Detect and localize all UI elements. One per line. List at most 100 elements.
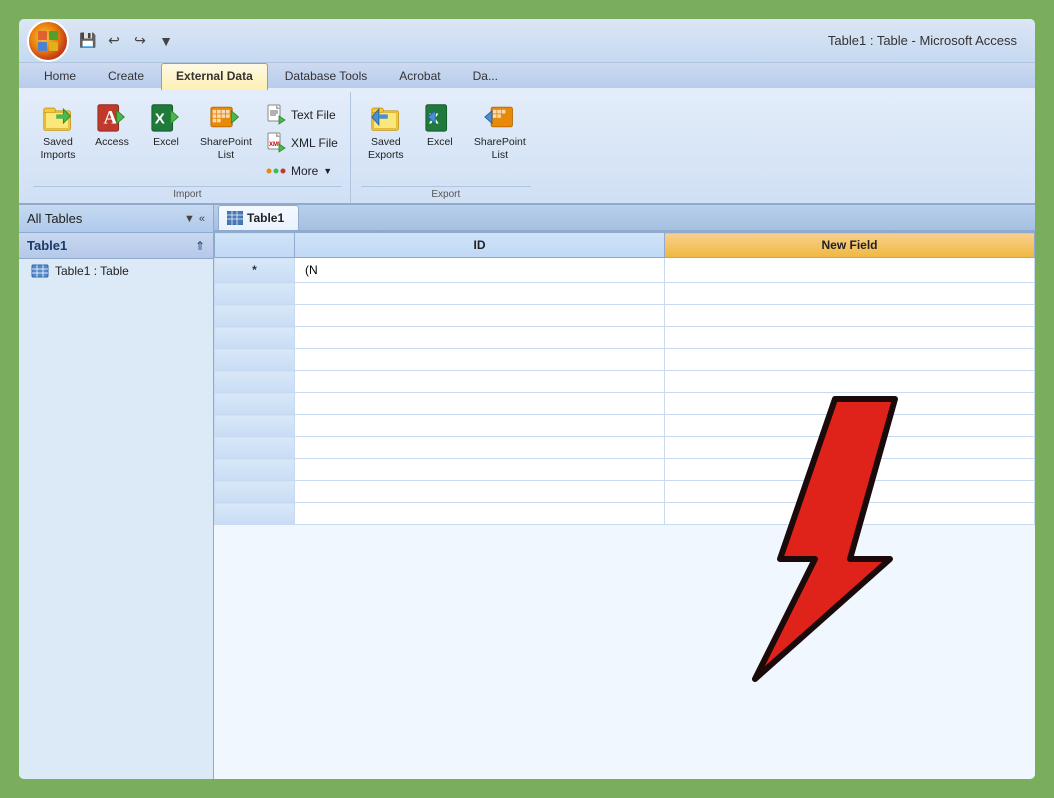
empty-row-2 (215, 305, 1035, 327)
empty-row-header-10 (215, 481, 295, 503)
excel-import-icon: X (150, 101, 182, 133)
table1-tab[interactable]: Table1 (218, 205, 299, 230)
empty-id-9[interactable] (295, 459, 665, 481)
empty-id-11[interactable] (295, 503, 665, 525)
empty-field-1[interactable] (665, 283, 1035, 305)
empty-row-header-9 (215, 459, 295, 481)
empty-id-8[interactable] (295, 437, 665, 459)
empty-field-2[interactable] (665, 305, 1035, 327)
xml-file-icon: XML (265, 132, 287, 154)
ribbon-content: SavedImports A Access (19, 88, 1035, 203)
office-button[interactable] (27, 20, 69, 62)
empty-row-6 (215, 393, 1035, 415)
empty-row-9 (215, 459, 1035, 481)
table-grid: ID New Field * (N (214, 232, 1035, 779)
empty-field-7[interactable] (665, 415, 1035, 437)
empty-id-7[interactable] (295, 415, 665, 437)
table-tab-icon (227, 211, 243, 225)
empty-row-header-8 (215, 437, 295, 459)
row-asterisk: * (215, 258, 295, 283)
customize-qat-button[interactable]: ▼ (155, 30, 177, 52)
new-field-cell[interactable] (665, 258, 1035, 283)
excel-import-button[interactable]: X Excel (141, 98, 191, 152)
saved-imports-label: SavedImports (40, 136, 75, 161)
xml-file-button[interactable]: XML XML File (261, 130, 342, 156)
main-area: All Tables ▼ « Table1 ⇑ (19, 205, 1035, 779)
tab-external-data[interactable]: External Data (161, 63, 268, 90)
empty-id-1[interactable] (295, 283, 665, 305)
empty-id-5[interactable] (295, 371, 665, 393)
sharepoint-import-label: SharePointList (200, 136, 252, 161)
empty-row-header-3 (215, 327, 295, 349)
redo-button[interactable]: ↪ (129, 30, 151, 52)
saved-imports-button[interactable]: SavedImports (33, 98, 83, 164)
empty-field-4[interactable] (665, 349, 1035, 371)
empty-row-header-7 (215, 415, 295, 437)
empty-id-4[interactable] (295, 349, 665, 371)
table1-nav-item[interactable]: Table1 : Table (19, 259, 213, 283)
text-file-icon (265, 104, 287, 126)
empty-row-7 (215, 415, 1035, 437)
svg-text:X: X (155, 111, 165, 128)
sharepoint-export-icon (484, 101, 516, 133)
text-file-label: Text File (291, 108, 336, 122)
tab-acrobat[interactable]: Acrobat (384, 63, 455, 88)
table-small-icon (31, 263, 49, 279)
empty-id-3[interactable] (295, 327, 665, 349)
excel-export-label: Excel (427, 136, 453, 149)
text-file-button[interactable]: Text File (261, 102, 342, 128)
empty-field-8[interactable] (665, 437, 1035, 459)
sharepoint-export-label: SharePointList (474, 136, 526, 161)
title-bar: 💾 ↩ ↪ ▼ Table1 : Table - Microsoft Acces… (19, 19, 1035, 63)
new-field-column-header: New Field (665, 233, 1035, 258)
empty-row-4 (215, 349, 1035, 371)
empty-row-header-4 (215, 349, 295, 371)
small-import-items: Text File XML XML Fil (261, 98, 342, 184)
nav-pane-header: All Tables ▼ « (19, 205, 213, 233)
sharepoint-import-button[interactable]: SharePointList (195, 98, 257, 164)
app-window: 💾 ↩ ↪ ▼ Table1 : Table - Microsoft Acces… (18, 18, 1036, 780)
empty-field-6[interactable] (665, 393, 1035, 415)
more-icon (265, 160, 287, 182)
office-logo (38, 31, 58, 51)
table1-section-header[interactable]: Table1 ⇑ (19, 233, 213, 259)
empty-field-11[interactable] (665, 503, 1035, 525)
empty-row-10 (215, 481, 1035, 503)
more-button[interactable]: More ▼ (261, 158, 342, 184)
id-cell[interactable]: (N (295, 258, 665, 283)
saved-imports-icon (42, 101, 74, 133)
import-group-label: Import (33, 186, 342, 203)
tab-datasheet[interactable]: Da... (458, 63, 513, 88)
access-button[interactable]: A Access (87, 98, 137, 152)
empty-id-10[interactable] (295, 481, 665, 503)
undo-button[interactable]: ↩ (103, 30, 125, 52)
tab-home[interactable]: Home (29, 63, 91, 88)
empty-id-2[interactable] (295, 305, 665, 327)
saved-exports-button[interactable]: SavedExports (361, 98, 411, 164)
empty-id-6[interactable] (295, 393, 665, 415)
empty-row-header-6 (215, 393, 295, 415)
empty-field-3[interactable] (665, 327, 1035, 349)
empty-field-9[interactable] (665, 459, 1035, 481)
more-label: More (291, 164, 318, 178)
access-icon: A (96, 101, 128, 133)
excel-export-button[interactable]: X Excel (415, 98, 465, 152)
empty-field-5[interactable] (665, 371, 1035, 393)
empty-row-header-5 (215, 371, 295, 393)
nav-collapse-button[interactable]: « (199, 213, 205, 225)
tab-create[interactable]: Create (93, 63, 159, 88)
row-header-col (215, 233, 295, 258)
sharepoint-export-button[interactable]: SharePointList (469, 98, 531, 164)
content-wrapper: Table1 ID New Field (214, 205, 1035, 779)
nav-filter-button[interactable]: ▼ (184, 213, 195, 225)
tab-database-tools[interactable]: Database Tools (270, 63, 383, 88)
svg-text:A: A (104, 108, 118, 129)
table-row: * (N (215, 258, 1035, 283)
section-expand-icon: ⇑ (195, 239, 205, 253)
save-button[interactable]: 💾 (77, 30, 99, 52)
data-table: ID New Field * (N (214, 232, 1035, 525)
empty-field-10[interactable] (665, 481, 1035, 503)
saved-exports-label: SavedExports (368, 136, 404, 161)
empty-row-1 (215, 283, 1035, 305)
empty-row-3 (215, 327, 1035, 349)
